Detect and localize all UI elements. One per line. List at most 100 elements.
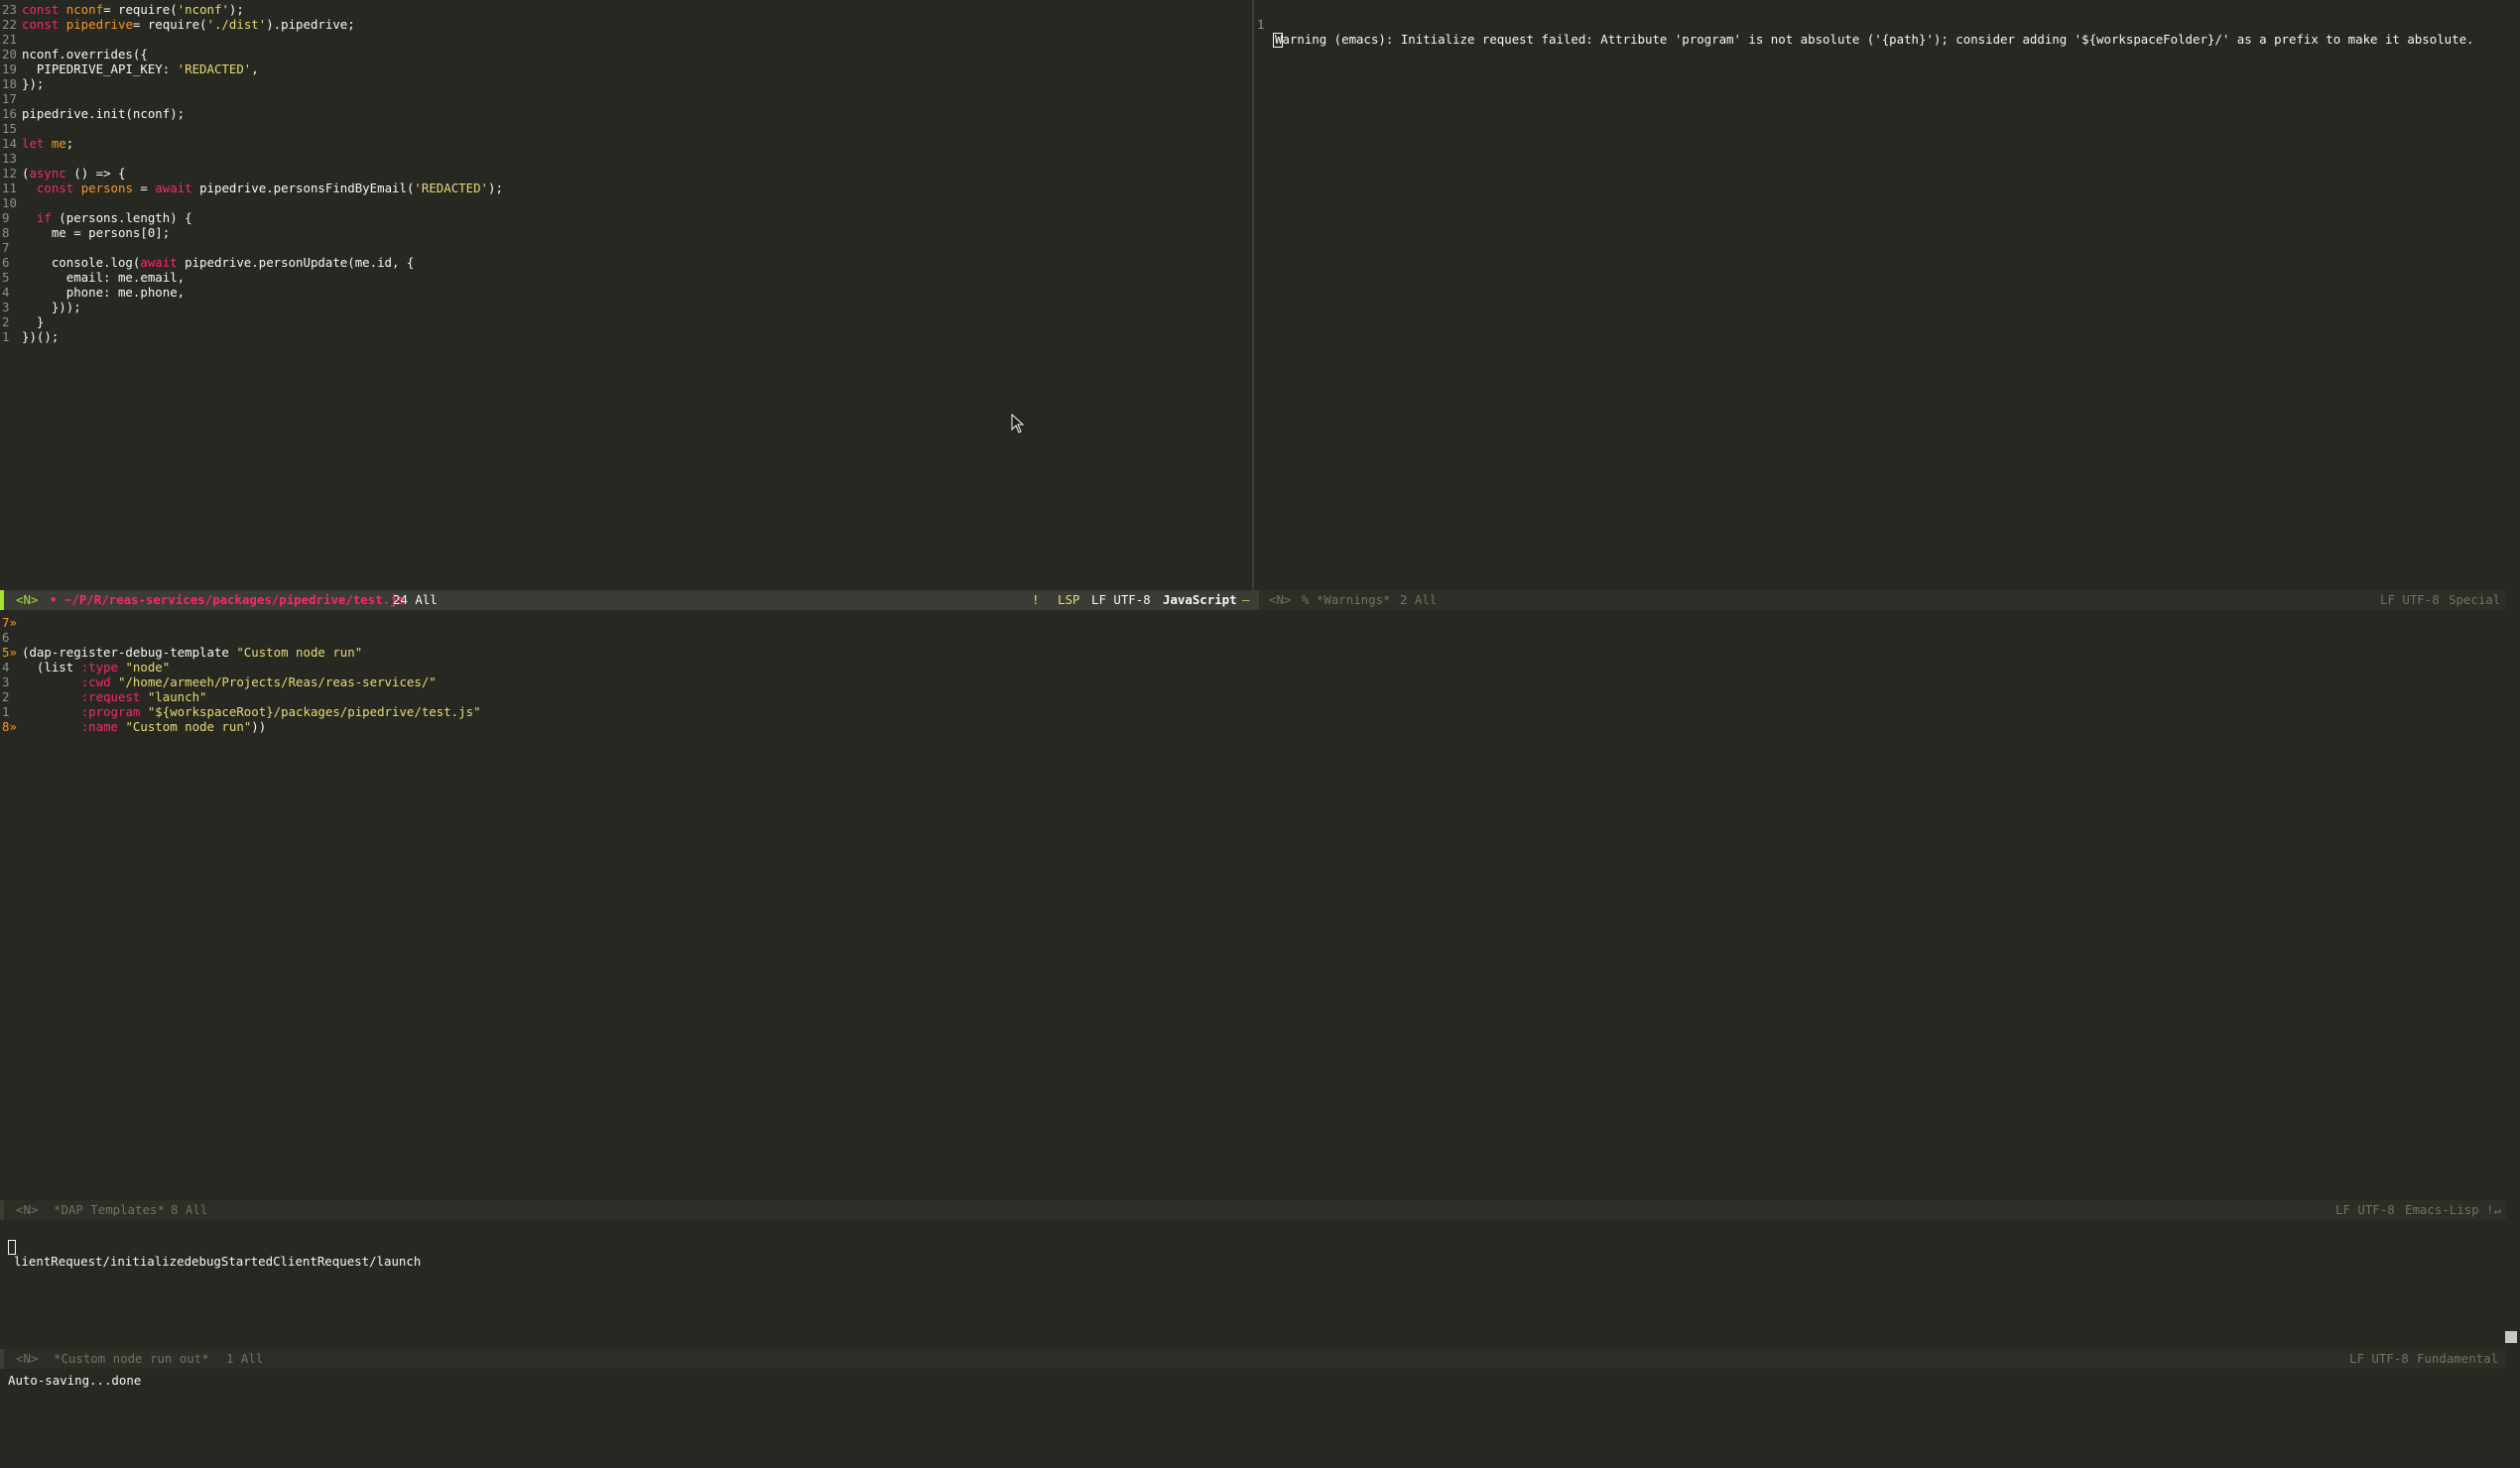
output-pane[interactable]: lientRequest/initializedebugStartedClien… (0, 1222, 2502, 1343)
code-token: })); (22, 300, 81, 314)
line-number: 18 (2, 76, 17, 91)
code-token: me = persons[0]; (22, 225, 171, 240)
code-token: } (22, 314, 45, 329)
line-number: 3 (2, 300, 10, 314)
code-text: })(); (22, 329, 59, 344)
minibuffer[interactable]: Auto-saving...done (0, 1372, 2520, 1389)
code-text: :cwd "/home/armeeh/Projects/Reas/reas-se… (22, 674, 437, 689)
code-text: const persons = await pipedrive.personsF… (22, 181, 503, 195)
mouse-pointer-icon (1011, 414, 1025, 433)
buffer-position: 24 All (393, 592, 438, 607)
code-token: () => { (65, 166, 126, 181)
code-text: me = persons[0]; (22, 225, 170, 240)
line-number: 1 (2, 329, 10, 344)
major-mode-label[interactable]: Fundamental (2417, 1349, 2498, 1369)
code-token: 'REDACTED' (177, 61, 252, 76)
code-token: nconf (65, 2, 104, 17)
line-number: 2 (2, 689, 10, 704)
code-token: pipedrive.personsFindByEmail( (191, 181, 415, 195)
buffer-name[interactable]: *Custom node run out* (54, 1349, 209, 1369)
line-number: 11 (2, 181, 17, 195)
line-number: 5» (2, 645, 17, 660)
line-number: 4 (2, 660, 10, 674)
output-modeline[interactable]: <N> *Custom node run out* 1 All LF UTF-8… (0, 1349, 2506, 1369)
code-token: :program (80, 704, 141, 719)
line-number: 1 (2, 704, 10, 719)
code-text: :name "Custom node run")) (22, 719, 267, 734)
lsp-indicator[interactable]: LSP (1058, 590, 1079, 610)
line-number: 5 (2, 270, 10, 285)
code-token: )) (251, 719, 267, 734)
line-number: 9 (2, 210, 10, 225)
code-token: ); (488, 181, 503, 195)
code-token: (persons.length) { (51, 210, 192, 225)
line-number: 8» (2, 719, 17, 734)
code-token: "Custom node run" (118, 719, 252, 734)
code-token: = require( (132, 17, 207, 32)
left-editor-pane[interactable]: 23 const nconf = require('nconf'); 22 const … (0, 0, 1252, 585)
code-text: (async () => { (22, 166, 125, 181)
scrollbar-thumb[interactable] (2505, 1331, 2517, 1343)
buffer-name[interactable]: *DAP Templates* (54, 1200, 165, 1220)
modeline-suffix: !↵ (2486, 1202, 2501, 1217)
window-divider[interactable] (1252, 0, 1254, 600)
line-number: 15 (2, 121, 17, 136)
code-token: await (140, 255, 178, 270)
code-token: "node" (118, 660, 171, 674)
code-token: 'nconf' (177, 2, 229, 17)
encoding-label[interactable]: LF UTF-8 (2335, 1200, 2395, 1220)
code-text: email: me.email, (22, 270, 185, 285)
major-mode-label[interactable]: Emacs-Lisp (2405, 1200, 2479, 1220)
encoding-label[interactable]: LF UTF-8 (1091, 590, 1151, 610)
evil-state-indicator: <N> (16, 1351, 39, 1366)
major-mode-label[interactable]: Special (2449, 590, 2500, 610)
line-number: 23 (2, 2, 17, 17)
line-number: 7» (2, 615, 17, 630)
line-number: 12 (2, 166, 17, 181)
code-token: :cwd (80, 674, 111, 689)
code-token: async (29, 166, 66, 181)
code-text: console.log(await pipedrive.personUpdate… (22, 255, 415, 270)
line-number: 4 (2, 285, 10, 300)
code-token: persons (80, 181, 133, 195)
line-number: 19 (2, 61, 17, 76)
left-modeline[interactable]: <N> • ~/P/R/reas-services/packages/piped… (0, 590, 1256, 610)
code-text: phone: me.phone, (22, 285, 185, 300)
code-token: await (155, 181, 192, 195)
line-number: 17 (2, 91, 17, 106)
middle-modeline[interactable]: <N> *DAP Templates* 8 All LF UTF-8 Emacs… (0, 1200, 2506, 1220)
flycheck-indicator[interactable]: ! (1032, 590, 1039, 610)
right-modeline[interactable]: <N> % *Warnings* 2 All LF UTF-8 Special (1255, 590, 2506, 610)
right-editor-pane[interactable]: 1 Warning (emacs): Initialize request fa… (1255, 0, 2520, 585)
buffer-name[interactable]: % *Warnings* (1302, 590, 1391, 610)
code-token: 'REDACTED' (414, 181, 489, 195)
line-number: 22 (2, 17, 17, 32)
line-number: 6 (2, 630, 10, 645)
code-token: :type (80, 660, 118, 674)
major-mode-label[interactable]: JavaScript (1163, 590, 1237, 610)
code-text: if (persons.length) { (22, 210, 192, 225)
code-token: }); (22, 76, 45, 91)
code-text: nconf.overrides({ (22, 47, 148, 61)
output-scrollbar[interactable] (2504, 1222, 2518, 1343)
code-token: const (36, 181, 81, 195)
middle-editor-pane[interactable]: 7» 6 5» (dap-register-debug-template "Custo… (0, 613, 2502, 1195)
echo-message: Auto-saving...done (8, 1373, 142, 1388)
code-text: PIPEDRIVE_API_KEY: 'REDACTED', (22, 61, 259, 76)
evil-state-indicator: <N> (16, 592, 39, 607)
code-token: "${workspaceRoot}/packages/pipedrive/tes… (140, 704, 481, 719)
code-token: (list (22, 660, 81, 674)
code-text: (list :type "node" (22, 660, 170, 674)
buffer-position: 1 All (226, 1351, 264, 1366)
encoding-label[interactable]: LF UTF-8 (2380, 590, 2440, 610)
line-number: 6 (2, 255, 10, 270)
code-token: = (132, 181, 156, 195)
code-text: pipedrive.init(nconf); (22, 106, 185, 121)
buffer-path[interactable]: • ~/P/R/reas-services/packages/pipedrive… (50, 590, 405, 610)
line-number: 16 (2, 106, 17, 121)
code-token: pipedrive.init(nconf); (22, 106, 186, 121)
encoding-label[interactable]: LF UTF-8 (2349, 1349, 2409, 1369)
